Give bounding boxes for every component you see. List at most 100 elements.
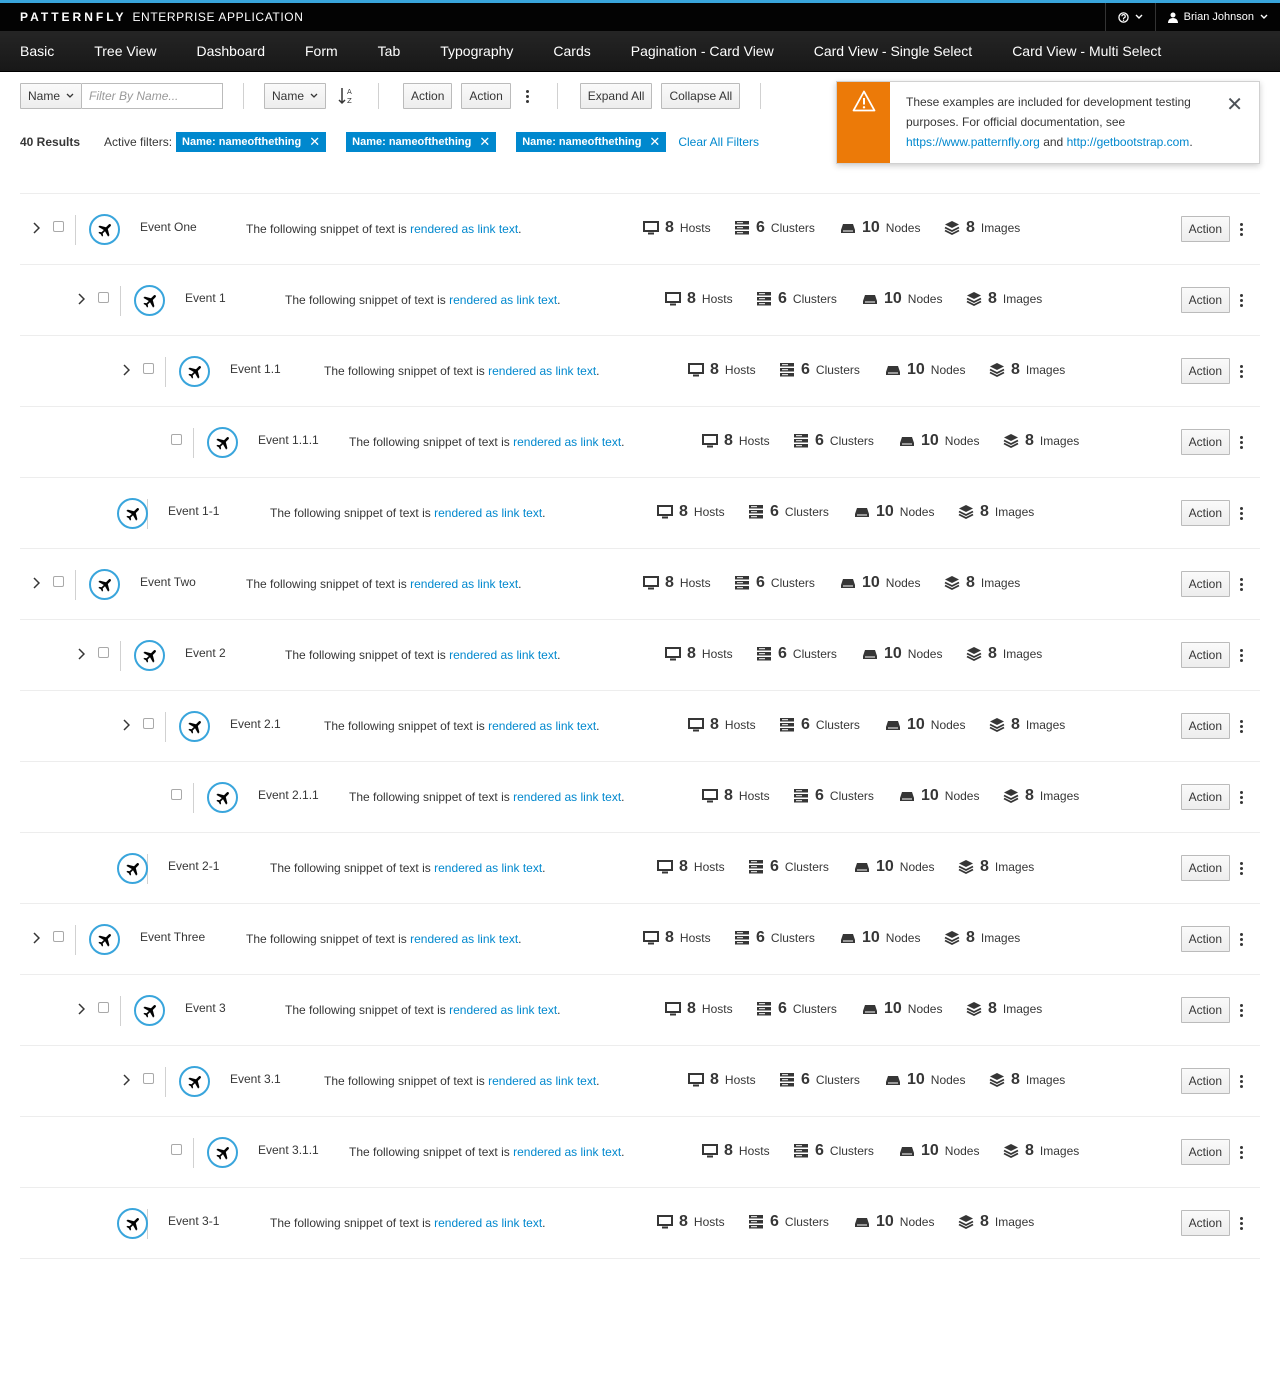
list-item[interactable]: Event 2.1 The following snippet of text i… bbox=[20, 691, 1260, 762]
filter-input[interactable]: Filter By Name... bbox=[82, 83, 224, 109]
row-checkbox[interactable] bbox=[143, 1073, 154, 1084]
kebab-menu-icon[interactable] bbox=[1234, 1210, 1248, 1236]
list-item[interactable]: Event Two The following snippet of text i… bbox=[20, 549, 1260, 620]
list-item[interactable]: Event 2-1 The following snippet of text i… bbox=[20, 833, 1260, 904]
close-icon[interactable]: ✕ bbox=[479, 134, 490, 150]
close-icon[interactable]: ✕ bbox=[1226, 92, 1243, 117]
description-link[interactable]: rendered as link text bbox=[434, 861, 542, 875]
sort-alpha-icon[interactable]: AZ bbox=[338, 87, 354, 105]
nav-item-typography[interactable]: Typography bbox=[420, 31, 533, 71]
kebab-menu-icon[interactable] bbox=[1234, 855, 1248, 881]
row-action-button[interactable]: Action bbox=[1180, 997, 1230, 1023]
collapse-all-button[interactable]: Collapse All bbox=[661, 83, 741, 109]
description-link[interactable]: rendered as link text bbox=[410, 222, 518, 236]
description-link[interactable]: rendered as link text bbox=[434, 1216, 542, 1230]
nav-item-cards[interactable]: Cards bbox=[533, 31, 610, 71]
chevron-right-icon[interactable] bbox=[122, 719, 132, 731]
kebab-menu-icon[interactable] bbox=[1234, 784, 1248, 810]
chevron-right-icon[interactable] bbox=[32, 932, 42, 944]
kebab-menu-icon[interactable] bbox=[1234, 358, 1248, 384]
row-action-button[interactable]: Action bbox=[1180, 287, 1230, 313]
kebab-menu-icon[interactable] bbox=[1234, 997, 1248, 1023]
row-action-button[interactable]: Action bbox=[1180, 1210, 1230, 1236]
list-item[interactable]: Event 1 The following snippet of text is … bbox=[20, 265, 1260, 336]
brand-logo[interactable]: PATTERNFLY ENTERPRISE APPLICATION bbox=[0, 10, 303, 24]
row-checkbox[interactable] bbox=[171, 434, 182, 445]
row-action-button[interactable]: Action bbox=[1180, 429, 1230, 455]
nav-item-dashboard[interactable]: Dashboard bbox=[176, 31, 285, 71]
user-menu[interactable]: Brian Johnson bbox=[1154, 3, 1280, 31]
list-item[interactable]: Event 3-1 The following snippet of text i… bbox=[20, 1188, 1260, 1259]
sort-field-dropdown[interactable]: Name bbox=[264, 83, 327, 109]
row-checkbox[interactable] bbox=[98, 647, 109, 658]
row-action-button[interactable]: Action bbox=[1180, 1139, 1230, 1165]
description-link[interactable]: rendered as link text bbox=[434, 506, 542, 520]
chevron-right-icon[interactable] bbox=[77, 1003, 87, 1015]
list-item[interactable]: Event Three The following snippet of text… bbox=[20, 904, 1260, 975]
row-checkbox[interactable] bbox=[143, 363, 154, 374]
row-action-button[interactable]: Action bbox=[1180, 926, 1230, 952]
close-icon[interactable]: ✕ bbox=[649, 134, 660, 150]
action-button[interactable]: Action bbox=[403, 83, 453, 109]
description-link[interactable]: rendered as link text bbox=[449, 1003, 557, 1017]
description-link[interactable]: rendered as link text bbox=[513, 435, 621, 449]
row-action-button[interactable]: Action bbox=[1180, 571, 1230, 597]
description-link[interactable]: rendered as link text bbox=[488, 1074, 596, 1088]
close-icon[interactable]: ✕ bbox=[309, 134, 320, 150]
kebab-menu-icon[interactable] bbox=[521, 83, 535, 109]
description-link[interactable]: rendered as link text bbox=[488, 719, 596, 733]
description-link[interactable]: rendered as link text bbox=[449, 648, 557, 662]
list-item[interactable]: Event 2 The following snippet of text is … bbox=[20, 620, 1260, 691]
row-checkbox[interactable] bbox=[53, 221, 64, 232]
nav-item-pagination-card-view[interactable]: Pagination - Card View bbox=[611, 31, 794, 71]
row-checkbox[interactable] bbox=[171, 1144, 182, 1155]
description-link[interactable]: rendered as link text bbox=[513, 790, 621, 804]
row-action-button[interactable]: Action bbox=[1180, 358, 1230, 384]
nav-item-form[interactable]: Form bbox=[285, 31, 358, 71]
list-item[interactable]: Event 1.1.1 The following snippet of text… bbox=[20, 407, 1260, 478]
kebab-menu-icon[interactable] bbox=[1234, 216, 1248, 242]
list-item[interactable]: Event One The following snippet of text i… bbox=[20, 194, 1260, 265]
chevron-right-icon[interactable] bbox=[122, 364, 132, 376]
help-menu[interactable] bbox=[1104, 3, 1155, 31]
list-item[interactable]: Event 2.1.1 The following snippet of text… bbox=[20, 762, 1260, 833]
row-checkbox[interactable] bbox=[53, 931, 64, 942]
row-action-button[interactable]: Action bbox=[1180, 713, 1230, 739]
chevron-right-icon[interactable] bbox=[122, 1074, 132, 1086]
patternfly-link[interactable]: https://www.patternfly.org bbox=[906, 135, 1040, 149]
bootstrap-link[interactable]: http://getbootstrap.com bbox=[1067, 135, 1190, 149]
row-action-button[interactable]: Action bbox=[1180, 1068, 1230, 1094]
chevron-right-icon[interactable] bbox=[77, 293, 87, 305]
description-link[interactable]: rendered as link text bbox=[410, 932, 518, 946]
row-action-button[interactable]: Action bbox=[1180, 500, 1230, 526]
clear-all-filters-link[interactable]: Clear All Filters bbox=[678, 135, 759, 149]
nav-item-card-view-multi-select[interactable]: Card View - Multi Select bbox=[992, 31, 1181, 71]
description-link[interactable]: rendered as link text bbox=[410, 577, 518, 591]
kebab-menu-icon[interactable] bbox=[1234, 287, 1248, 313]
row-checkbox[interactable] bbox=[98, 1002, 109, 1013]
chevron-right-icon[interactable] bbox=[77, 648, 87, 660]
list-item[interactable]: Event 3.1.1 The following snippet of text… bbox=[20, 1117, 1260, 1188]
kebab-menu-icon[interactable] bbox=[1234, 1068, 1248, 1094]
row-action-button[interactable]: Action bbox=[1180, 216, 1230, 242]
list-item[interactable]: Event 1-1 The following snippet of text i… bbox=[20, 478, 1260, 549]
row-checkbox[interactable] bbox=[143, 718, 154, 729]
list-item[interactable]: Event 3.1 The following snippet of text i… bbox=[20, 1046, 1260, 1117]
kebab-menu-icon[interactable] bbox=[1234, 571, 1248, 597]
nav-item-tree-view[interactable]: Tree View bbox=[74, 31, 176, 71]
list-item[interactable]: Event 3 The following snippet of text is … bbox=[20, 975, 1260, 1046]
filter-field-dropdown[interactable]: Name bbox=[20, 83, 83, 109]
description-link[interactable]: rendered as link text bbox=[513, 1145, 621, 1159]
list-item[interactable]: Event 1.1 The following snippet of text i… bbox=[20, 336, 1260, 407]
expand-all-button[interactable]: Expand All bbox=[579, 83, 653, 109]
nav-item-tab[interactable]: Tab bbox=[358, 31, 421, 71]
row-checkbox[interactable] bbox=[53, 576, 64, 587]
row-checkbox[interactable] bbox=[171, 789, 182, 800]
description-link[interactable]: rendered as link text bbox=[449, 293, 557, 307]
kebab-menu-icon[interactable] bbox=[1234, 500, 1248, 526]
nav-item-card-view-single-select[interactable]: Card View - Single Select bbox=[794, 31, 992, 71]
chevron-right-icon[interactable] bbox=[32, 577, 42, 589]
kebab-menu-icon[interactable] bbox=[1234, 926, 1248, 952]
row-checkbox[interactable] bbox=[98, 292, 109, 303]
kebab-menu-icon[interactable] bbox=[1234, 1139, 1248, 1165]
